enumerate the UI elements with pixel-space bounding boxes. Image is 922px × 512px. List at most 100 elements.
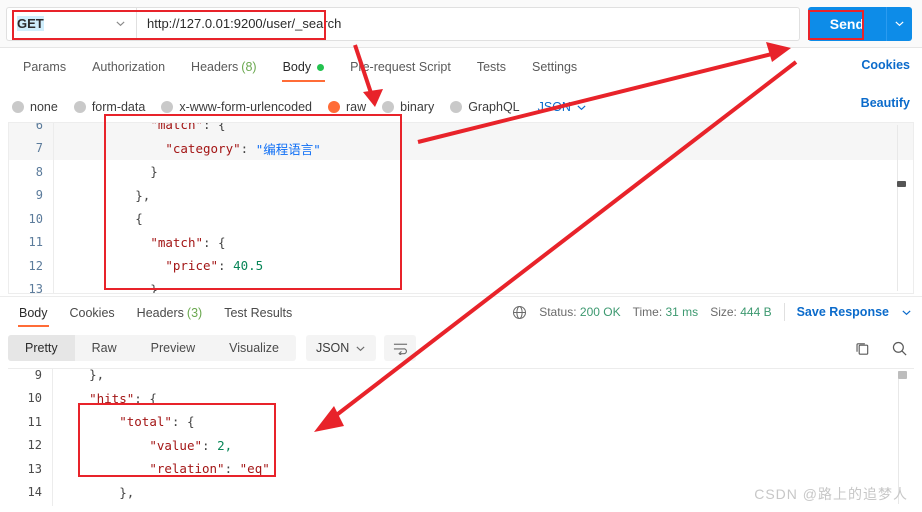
view-mode-raw[interactable]: Raw <box>75 335 134 361</box>
request-editor-scrollbar[interactable] <box>897 125 907 291</box>
tab-settings[interactable]: Settings <box>519 48 590 86</box>
radio-icon <box>12 101 24 113</box>
code-text[interactable]: { <box>53 207 913 231</box>
code-text[interactable]: }, <box>52 369 914 387</box>
tab-label: Test Results <box>224 305 293 320</box>
http-method-dropdown[interactable]: GET <box>6 6 136 41</box>
code-line: 12 "value": 2, <box>8 433 914 457</box>
body-type-label: binary <box>400 100 435 114</box>
view-mode-preview[interactable]: Preview <box>134 335 212 361</box>
code-line: 9 }, <box>9 183 913 207</box>
response-view-mode-group: Pretty Raw Preview Visualize <box>8 335 296 361</box>
code-text[interactable]: } <box>53 277 913 293</box>
wrap-lines-button[interactable] <box>384 335 417 361</box>
save-response-button[interactable]: Save Response <box>797 305 889 319</box>
code-line: 9 }, <box>8 368 914 387</box>
send-button[interactable]: Send <box>807 6 886 41</box>
send-options-dropdown[interactable] <box>886 6 912 41</box>
scrollbar-thumb[interactable] <box>897 181 906 187</box>
response-code-area[interactable]: 9 }, 10 "hits": {11 "total": {12 "value":… <box>8 368 914 506</box>
line-number: 14 <box>27 485 42 500</box>
line-number: 6 <box>35 122 43 132</box>
tab-label: Authorization <box>92 60 166 74</box>
radio-icon-selected <box>328 101 340 113</box>
body-type-label: raw <box>346 100 367 114</box>
tab-headers[interactable]: Headers (8) <box>178 48 270 86</box>
line-number: 9 <box>34 368 42 382</box>
tab-label: Headers <box>191 60 239 74</box>
code-line: 14 }, <box>8 480 914 504</box>
request-tab-bar: Params Authorization Headers (8) Body Pr… <box>0 48 922 86</box>
code-text[interactable]: } <box>53 160 913 184</box>
chevron-down-icon <box>115 18 126 29</box>
response-tab-cookies[interactable]: Cookies <box>59 297 126 329</box>
time-value: 31 ms <box>665 305 699 319</box>
code-text[interactable]: "match": { <box>53 123 913 137</box>
code-text[interactable]: }, <box>53 183 913 207</box>
request-url-bar: GET http://127.0.01:9200/user/_search Se… <box>0 0 922 48</box>
response-headers-count: (3) <box>186 305 203 320</box>
response-tab-body[interactable]: Body <box>8 297 59 329</box>
body-type-urlencoded[interactable]: x-www-form-urlencoded <box>161 100 312 114</box>
code-text[interactable]: "max_score": 1.7292862, <box>52 504 914 506</box>
view-mode-pretty[interactable]: Pretty <box>8 335 75 361</box>
radio-icon <box>450 101 463 113</box>
cookies-link[interactable]: Cookies <box>861 58 910 72</box>
request-body-editor[interactable]: 6 "match": {7 "category": "编程语言" 8 } 9 }, 1… <box>8 122 914 294</box>
request-code-area[interactable]: 6 "match": {7 "category": "编程语言" 8 } 9 }, 1… <box>9 122 913 293</box>
tab-params[interactable]: Params <box>10 48 79 86</box>
tab-label: Body <box>19 305 48 320</box>
scrollbar-thumb[interactable] <box>898 371 907 379</box>
code-text[interactable]: "match": { <box>53 230 913 254</box>
tab-tests[interactable]: Tests <box>464 48 519 86</box>
search-icon[interactable] <box>891 340 908 357</box>
code-text[interactable]: "value": 2, <box>52 433 914 457</box>
body-type-label: none <box>30 100 58 114</box>
copy-icon[interactable] <box>854 340 871 357</box>
body-type-raw[interactable]: raw <box>328 100 366 114</box>
raw-format-dropdown[interactable]: JSON <box>538 100 587 114</box>
body-type-binary[interactable]: binary <box>382 100 434 114</box>
time-label: Time: <box>632 305 663 319</box>
code-text[interactable]: "price": 40.5 <box>53 254 913 278</box>
send-button-group: Send <box>807 6 912 41</box>
http-method-value: GET <box>17 16 44 31</box>
tab-label: Tests <box>476 60 506 74</box>
response-format-dropdown[interactable]: JSON <box>305 335 377 361</box>
tab-body[interactable]: Body <box>270 48 338 86</box>
body-type-graphql[interactable]: GraphQL <box>450 100 520 114</box>
response-tab-headers[interactable]: Headers (3) <box>126 297 214 329</box>
chevron-down-icon[interactable] <box>901 307 912 318</box>
body-type-form-data[interactable]: form-data <box>73 100 145 114</box>
size-label-group: Size: 444 B <box>710 305 771 319</box>
request-url-input[interactable]: http://127.0.01:9200/user/_search <box>136 6 800 41</box>
code-line: 11 "total": { <box>8 410 914 434</box>
body-type-none[interactable]: none <box>12 100 58 114</box>
tab-authorization[interactable]: Authorization <box>79 48 178 86</box>
response-tab-test-results[interactable]: Test Results <box>213 297 303 329</box>
code-text[interactable]: "category": "编程语言" <box>53 136 913 160</box>
time-label-group: Time: 31 ms <box>633 305 699 319</box>
line-number: 7 <box>35 141 43 156</box>
tab-label: Headers <box>136 305 184 320</box>
response-meta-bar: Status: 200 OK Time: 31 ms Size: 444 B S… <box>512 296 912 328</box>
postman-window: GET http://127.0.01:9200/user/_search Se… <box>0 0 922 512</box>
code-text[interactable]: "hits": { <box>52 386 914 410</box>
code-text[interactable]: "total": { <box>52 410 914 434</box>
radio-icon <box>73 101 86 113</box>
response-body-viewer[interactable]: 9 }, 10 "hits": {11 "total": {12 "value":… <box>8 368 914 506</box>
response-editor-scrollbar[interactable] <box>898 371 908 504</box>
tab-pre-request-script[interactable]: Pre-request Script <box>337 48 464 86</box>
line-number: 9 <box>35 188 43 203</box>
code-line: 13 } <box>9 277 913 293</box>
code-text[interactable]: }, <box>52 480 914 504</box>
tab-label: Params <box>23 60 67 74</box>
view-mode-visualize[interactable]: Visualize <box>212 335 296 361</box>
body-present-indicator-icon <box>317 63 325 71</box>
code-line: 15 "max_score": 1.7292862, <box>8 504 914 506</box>
code-text[interactable]: "relation": "eq" <box>52 457 914 481</box>
code-line: 13 "relation": "eq" <box>8 457 914 481</box>
response-view-toolbar: Pretty Raw Preview Visualize JSON <box>8 332 914 364</box>
code-line: 10 "hits": { <box>8 386 914 410</box>
status-label-group: Status: 200 OK <box>539 305 620 319</box>
